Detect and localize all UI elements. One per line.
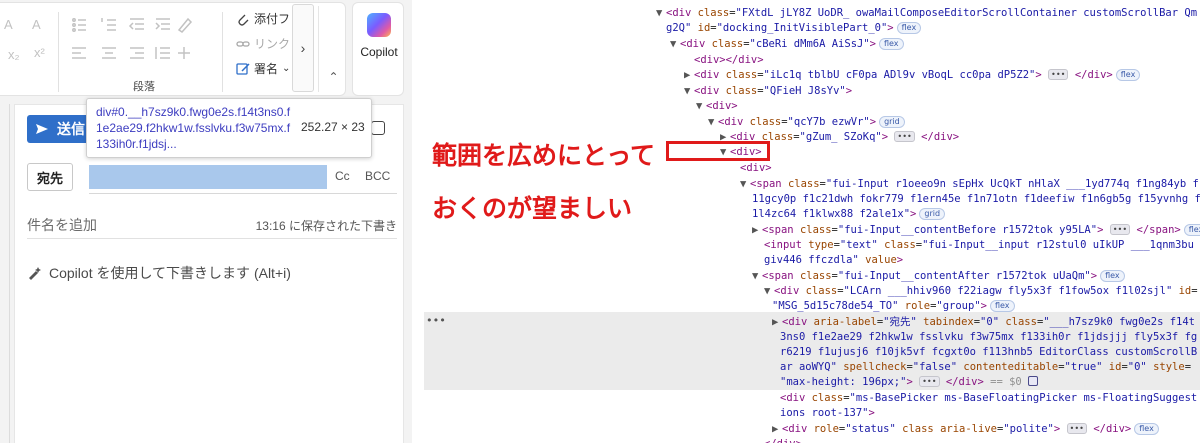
dom-node-cont: 1l4zc64 f1klwx88 f2ale1x"> grid — [752, 207, 946, 223]
cc-button[interactable]: Cc — [335, 169, 350, 183]
dom-node-target[interactable]: ▼ <div> — [720, 145, 762, 161]
to-row: 宛先 Cc BCC — [27, 163, 397, 194]
superscript-icon[interactable]: x² — [34, 46, 45, 60]
dom-node[interactable]: ▼ <div> — [696, 99, 738, 115]
send-button[interactable]: 送信 — [27, 115, 89, 143]
dom-node-cont: ions root-137"> — [780, 407, 875, 419]
bcc-button[interactable]: BCC — [365, 169, 390, 183]
align-right-icon — [130, 47, 144, 59]
dom-node-cont: "MSG_5d15c78de54_TO" role="group"> flex — [772, 299, 1015, 315]
bullet-list-icon — [72, 18, 86, 32]
dom-node[interactable]: ▶ <div role="status" class aria-live="pol… — [772, 422, 1159, 438]
copilot-logo-icon — [367, 13, 391, 37]
signature-pen-icon — [236, 62, 250, 75]
dom-node-cont: r6219 f1ujusj6 f10jk5vf fcgxt0o f113hnb5… — [780, 346, 1198, 358]
attach-file-label: 添付フ — [254, 12, 291, 26]
dom-node-cont: ar aoWYQ" spellcheck="false" contentedit… — [780, 361, 1192, 373]
copilot-pen-icon — [29, 267, 41, 280]
to-recipient-input[interactable] — [89, 165, 327, 189]
paperclip-icon — [238, 14, 249, 26]
dom-node[interactable]: ▼ <div class="FXtdL jLY8Z UoDR_ owaMailCo… — [656, 6, 1197, 22]
ribbon-divider — [222, 12, 223, 92]
link-label: リンク — [254, 37, 291, 51]
copilot-label: Copilot — [360, 45, 398, 59]
line-spacing-icon — [155, 47, 170, 59]
copilot-draft-label: Copilot を使用して下書きします (Alt+i) — [49, 265, 291, 281]
subject-row: 件名を追加 13:16 に保存された下書き — [27, 209, 397, 239]
copilot-draft-prompt[interactable]: Copilot を使用して下書きします (Alt+i) — [27, 263, 291, 283]
font-size-icon[interactable]: A — [32, 18, 41, 32]
ribbon: A A x₂ x² 段落 添付フ リンク 署名 ⌄ › ⌃ Copilot — [0, 0, 412, 100]
attach-file-button[interactable]: 添付フ — [236, 10, 290, 27]
copilot-button[interactable]: Copilot — [352, 2, 404, 96]
indent-icon — [155, 18, 170, 30]
dom-node[interactable]: ▶ <span class="fui-Input__contentBefore r… — [752, 223, 1200, 239]
chevron-up-icon: ⌃ — [328, 70, 339, 84]
send-label: 送信 — [57, 121, 85, 137]
ribbon-divider — [58, 12, 59, 92]
dom-node[interactable]: ▼ <span class="fui-Input__contentAfter r1… — [752, 269, 1125, 285]
dom-node-cont: 11gcy0p f1c21dwh fokr779 f1ern45e f1n71o… — [752, 193, 1200, 205]
send-arrow-icon — [36, 124, 48, 134]
dom-node[interactable]: <div></div> — [694, 53, 764, 69]
paragraph-icons — [72, 17, 193, 59]
font-color-icon[interactable]: A — [4, 18, 13, 32]
expand-triangle-icon[interactable]: ▼ — [656, 6, 666, 22]
tooltip-selector: div#0.__h7sz9k0.fwg0e2s.f14t3ns0.f1e2ae2… — [96, 105, 291, 151]
dom-node-cont: g2Q" id="docking_InitVisiblePart_0"> flex — [666, 21, 922, 37]
dom-node-close: </div> — [764, 437, 802, 443]
dom-node[interactable]: <input type="text" class="fui-Input__inp… — [764, 238, 1200, 254]
align-left-icon — [72, 47, 86, 59]
node-menu-dots[interactable]: ••• — [426, 313, 446, 329]
signature-label: 署名 — [254, 62, 279, 76]
link-icon — [236, 40, 250, 47]
devtools-elements-tree: ••• ▼ <div class="FXtdL jLY8Z UoDR_ owaMa… — [424, 0, 1200, 443]
dom-node[interactable]: ▼ <span class="fui-Input r1oeeo9n sEpHx U… — [740, 177, 1199, 193]
dom-node-cont: "max-height: 196px;"> ••• </div> == $0 — [780, 375, 1039, 391]
left-nav-edge — [0, 104, 10, 443]
ribbon-collapse-button[interactable]: ⌃ — [318, 6, 348, 92]
link-button[interactable]: リンク — [236, 35, 290, 52]
outdent-icon — [128, 18, 144, 30]
draft-saved-status: 13:16 に保存された下書き — [255, 219, 397, 233]
tooltip-size: 252.27 × 23 — [301, 120, 365, 134]
chevron-down-icon: ⌄ — [282, 63, 291, 74]
subject-input[interactable]: 件名を追加 — [27, 215, 97, 235]
inspect-element-tooltip: div#0.__h7sz9k0.fwg0e2s.f14t3ns0.f1e2ae2… — [86, 98, 372, 158]
reference-icon[interactable] — [1028, 376, 1039, 386]
dom-node[interactable]: <div> — [740, 161, 772, 177]
dom-node[interactable]: ▼ <div class="cBeRi dMm6A AiSsJ"> flex — [670, 37, 904, 53]
dom-node[interactable]: ▼ <div class="qcY7b ezwVr"> grid — [708, 115, 905, 131]
subscript-icon[interactable]: x₂ — [8, 48, 20, 62]
signature-button[interactable]: 署名 ⌄ — [236, 60, 290, 77]
highlight-icon — [177, 17, 193, 33]
dom-node-selected[interactable]: ▶ <div aria-label="宛先" tabindex="0" class… — [772, 315, 1195, 331]
outlook-compose-pane: A A x₂ x² 段落 添付フ リンク 署名 ⌄ › ⌃ Copilot 送信… — [0, 0, 412, 443]
align-center-icon — [102, 47, 116, 59]
chevron-right-icon: › — [300, 40, 306, 56]
dom-node-cont: giv446 ffczdla" value> — [764, 254, 904, 266]
to-underline — [89, 193, 397, 194]
dom-node-cont: 3ns0 f1e2ae29 f2hkw1w fsslvku f3w75mx f1… — [780, 331, 1198, 343]
numbered-list-icon — [101, 18, 116, 31]
more-format-icon — [178, 47, 190, 59]
dom-node[interactable]: ▶ <div class="gZum_ SZoKq"> ••• </div> — [720, 130, 959, 146]
paragraph-group-label: 段落 — [133, 81, 155, 93]
dom-node[interactable]: <div class="ms-BasePicker ms-BaseFloatin… — [780, 391, 1197, 407]
ribbon-scroll-right-button[interactable]: › — [292, 4, 314, 92]
dom-node[interactable]: ▼ <div class="QFieH J8sYv"> — [684, 84, 852, 100]
dom-node[interactable]: ▶ <div class="iLc1q tblbU cF0pa ADl9v vBo… — [684, 68, 1141, 84]
to-button[interactable]: 宛先 — [27, 163, 73, 191]
popout-icon[interactable] — [371, 121, 385, 135]
dom-node[interactable]: ▼ <div class="LCArn ___hhiv960 f22iagw fl… — [764, 284, 1198, 300]
